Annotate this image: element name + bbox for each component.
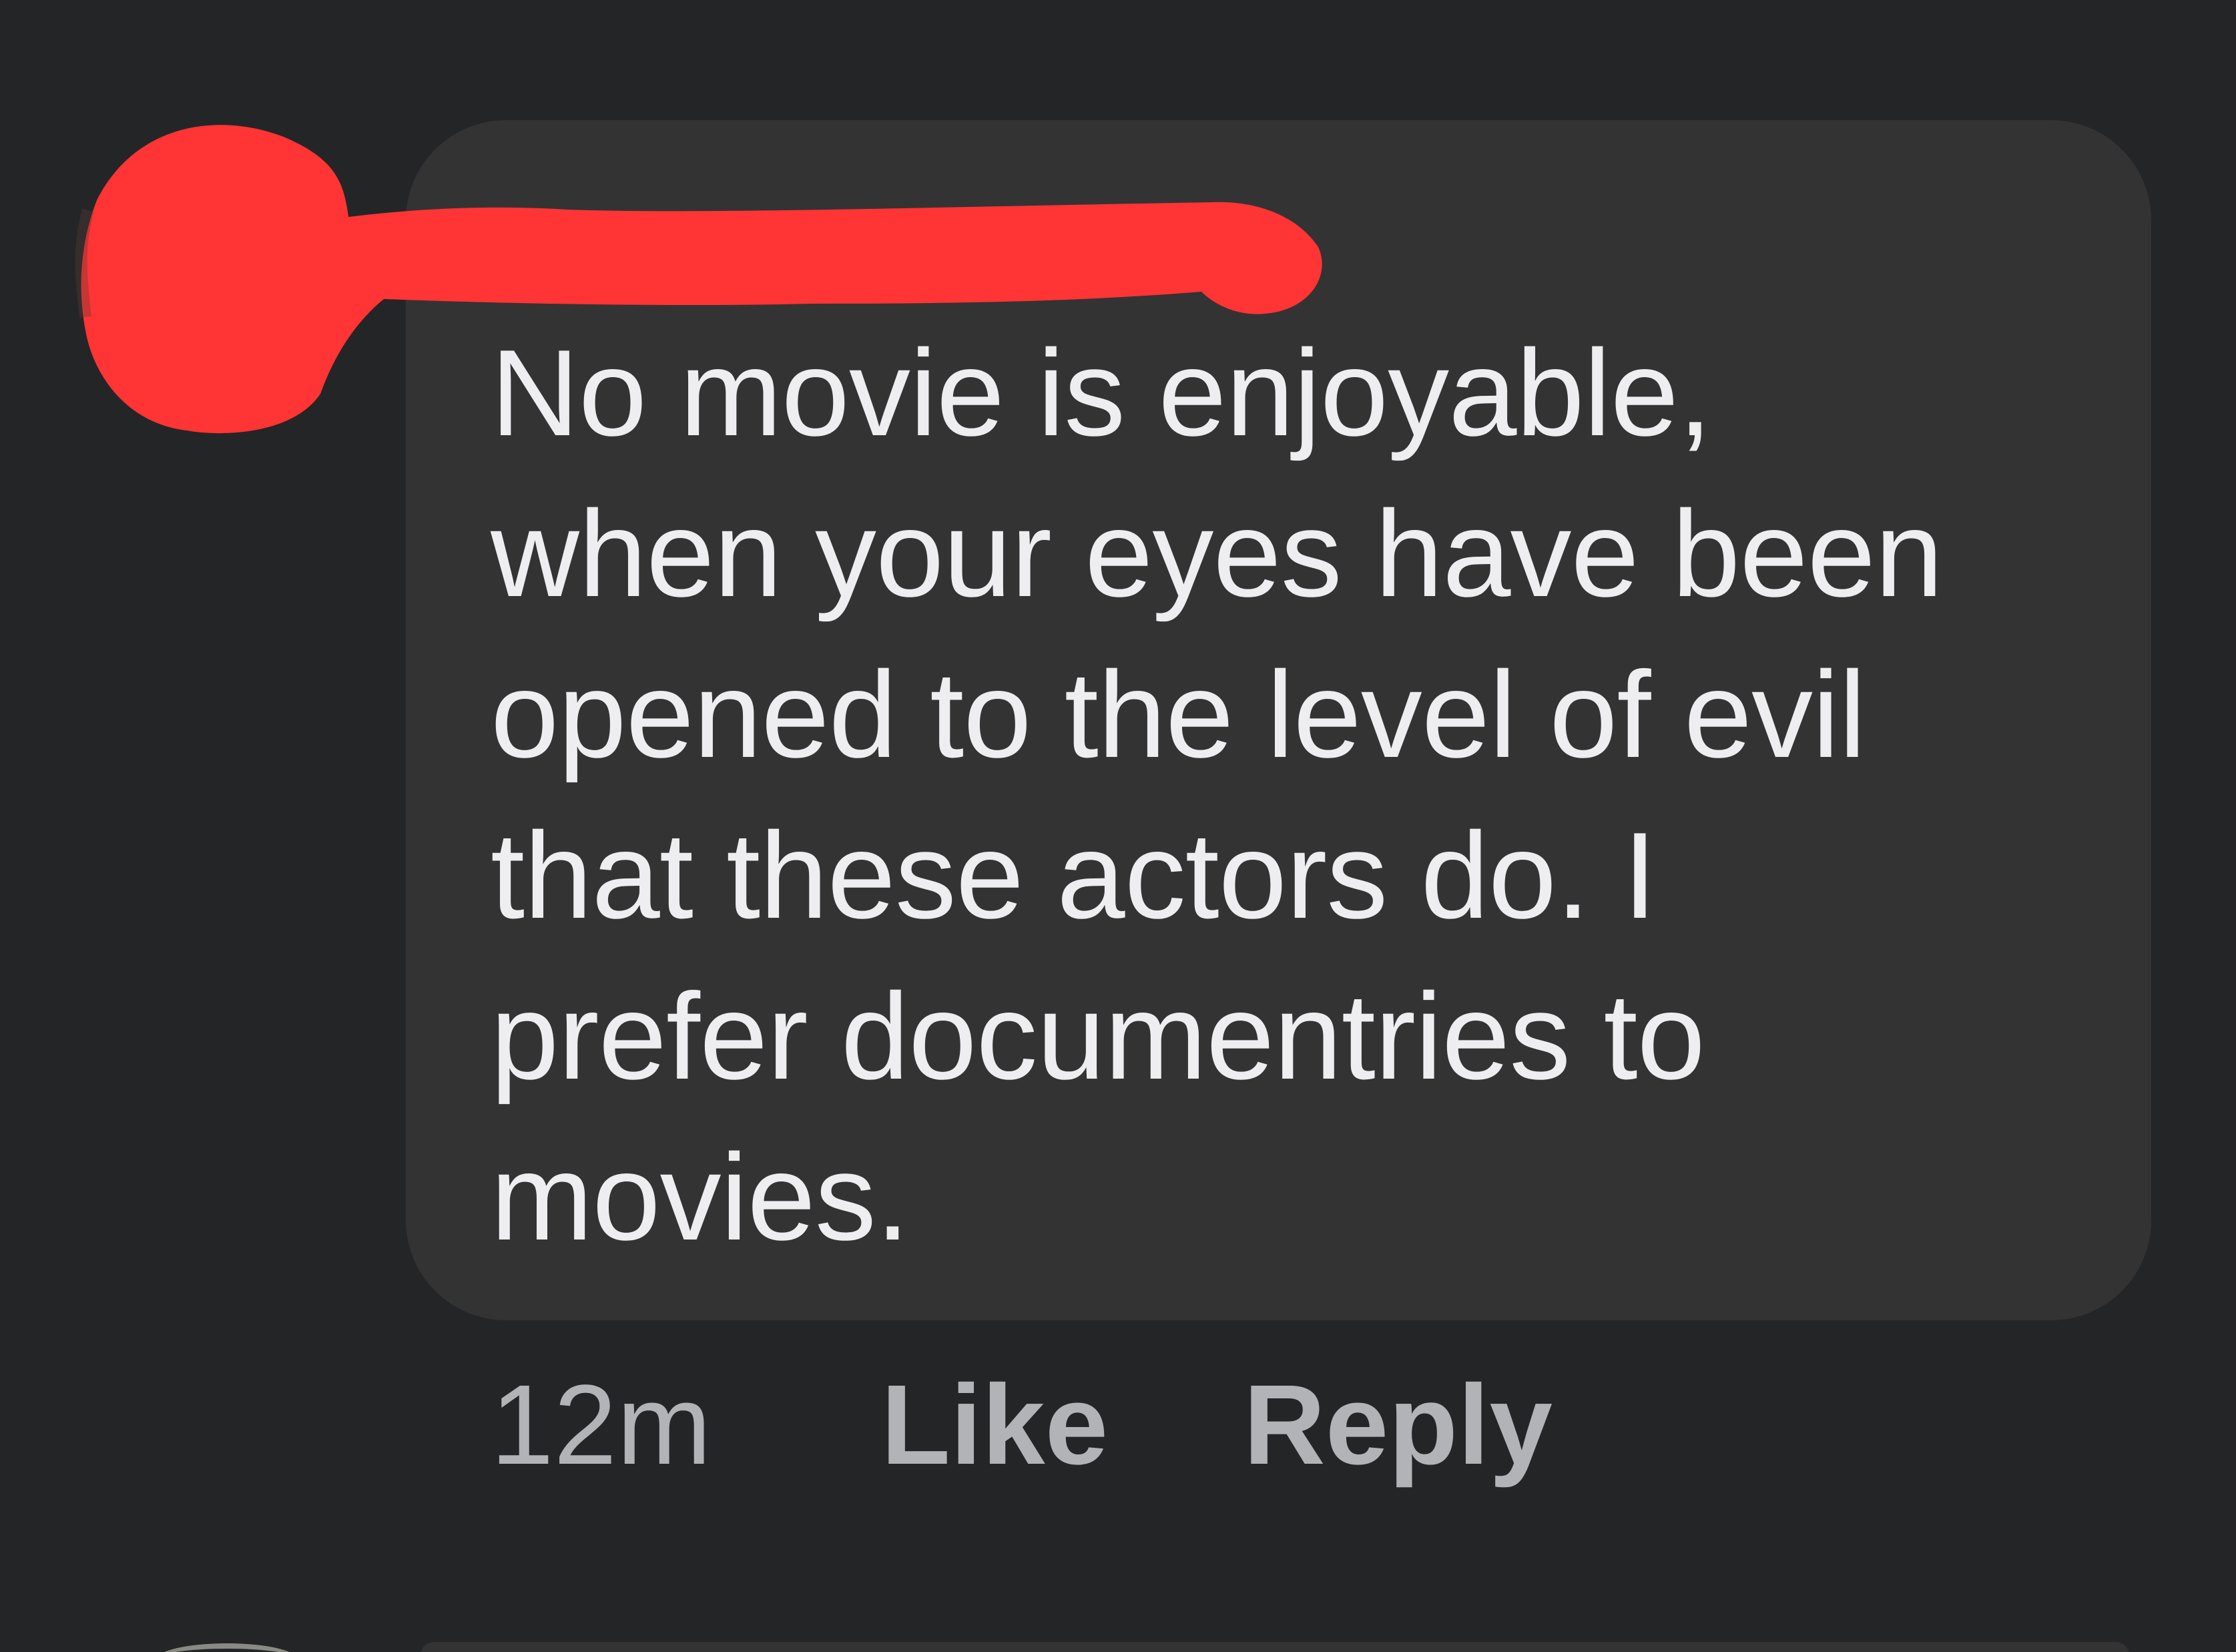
reply-button[interactable]: Reply: [1243, 1360, 1553, 1490]
comment-actions: 12m Like Reply: [491, 1358, 1553, 1492]
comment-thread: No movie is enjoyable, when your eyes ha…: [0, 0, 2236, 1652]
next-comment-bubble-edge: [421, 1642, 2129, 1652]
next-comment-avatar-edge: [157, 1643, 297, 1652]
comment-text: No movie is enjoyable, when your eyes ha…: [491, 324, 1943, 1266]
like-button[interactable]: Like: [881, 1360, 1243, 1490]
comment-timestamp: 12m: [491, 1362, 712, 1488]
